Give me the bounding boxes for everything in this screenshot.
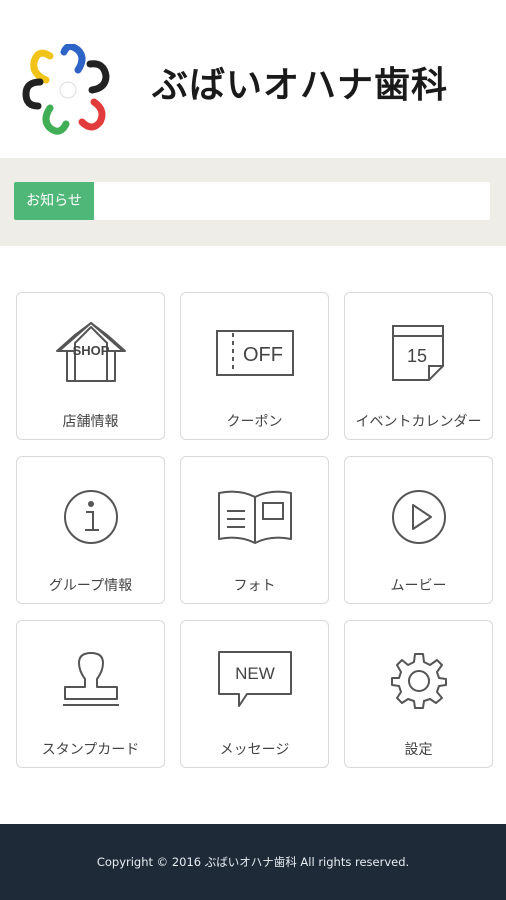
- svg-text:15: 15: [406, 346, 426, 366]
- app-header: ぶばいオハナ歯科: [0, 0, 506, 158]
- menu-item-label: 店舗情報: [62, 414, 119, 430]
- menu-item-settings[interactable]: 設定: [344, 620, 493, 768]
- gear-icon: [390, 653, 447, 709]
- shop-icon: SHOP: [55, 322, 126, 382]
- menu-item-coupon[interactable]: OFF クーポン: [180, 292, 329, 440]
- svg-text:NEW: NEW: [235, 664, 275, 683]
- clinic-logo: [22, 44, 110, 135]
- menu-item-label: スタンプカード: [41, 742, 140, 758]
- menu-item-message[interactable]: NEW メッセージ: [180, 620, 329, 768]
- stamp-icon: [62, 652, 119, 706]
- menu-item-label: イベントカレンダー: [355, 414, 482, 430]
- svg-text:SHOP: SHOP: [72, 343, 109, 358]
- menu-item-label: メッセージ: [219, 742, 290, 758]
- menu-item-label: 設定: [404, 742, 433, 758]
- coupon-icon: OFF: [215, 330, 294, 376]
- svg-text:OFF: OFF: [243, 344, 283, 366]
- play-icon: [391, 490, 446, 544]
- menu-item-label: クーポン: [226, 414, 283, 430]
- menu-item-photo[interactable]: フォト: [180, 456, 329, 604]
- message-icon: NEW: [217, 651, 292, 707]
- menu-item-shop-info[interactable]: SHOP 店舗情報: [16, 292, 165, 440]
- menu-grid: SHOP 店舗情報 OFF クーポン 15 イベントカレンダー グループ情報 フ…: [16, 292, 494, 770]
- notice-label: お知らせ: [14, 182, 94, 220]
- footer: Copyright © 2016 ぶばいオハナ歯科 All rights res…: [0, 824, 506, 900]
- menu-item-stamp-card[interactable]: スタンプカード: [16, 620, 165, 768]
- info-icon: [63, 490, 118, 544]
- menu-item-label: フォト: [233, 578, 276, 594]
- menu-item-label: グループ情報: [48, 578, 133, 594]
- menu-item-movie[interactable]: ムービー: [344, 456, 493, 604]
- menu-item-group-info[interactable]: グループ情報: [16, 456, 165, 604]
- clinic-name: ぶばいオハナ歯科: [152, 65, 449, 106]
- calendar-icon: 15: [391, 325, 444, 381]
- menu-item-label: ムービー: [390, 578, 447, 594]
- photo-book-icon: [217, 490, 292, 544]
- notice-bar[interactable]: お知らせ: [14, 182, 490, 220]
- notice-section: お知らせ: [0, 158, 506, 246]
- menu-item-event-calendar[interactable]: 15 イベントカレンダー: [344, 292, 493, 440]
- copyright-text: Copyright © 2016 ぶばいオハナ歯科 All rights res…: [96, 855, 410, 869]
